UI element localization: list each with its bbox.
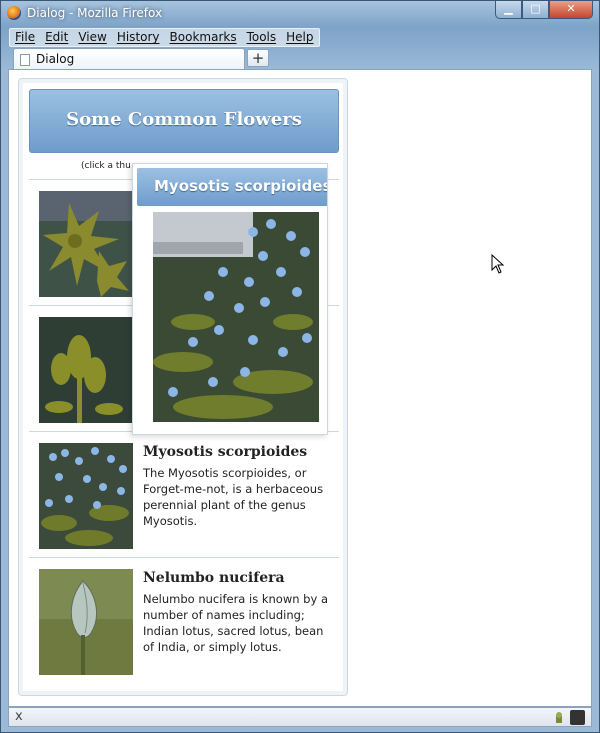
- title-bar[interactable]: Dialog - Mozilla Firefox ▁ □ ✕: [1, 1, 599, 27]
- flower-name: Myosotis scorpioides: [143, 444, 308, 460]
- list-item[interactable]: Myosotis scorpioides The Myosotis scorpi…: [29, 431, 339, 557]
- window-controls: ▁ □ ✕: [495, 1, 593, 19]
- flower-name: Nelumbo nucifera: [143, 570, 285, 586]
- menu-bookmarks[interactable]: Bookmarks: [165, 29, 242, 46]
- popup-title: Myosotis scorpioides: [154, 177, 328, 195]
- tab-dialog[interactable]: Dialog: [13, 48, 245, 70]
- flower-description: The Myosotis scorpioides, or Forget-me-n…: [143, 466, 324, 528]
- flower-thumbnail[interactable]: [39, 443, 133, 549]
- menu-history[interactable]: History: [112, 29, 165, 46]
- tab-label: Dialog: [36, 52, 75, 66]
- list-item[interactable]: Nelumbo nucifera Nelumbo nucifera is kno…: [29, 557, 339, 683]
- close-button[interactable]: ✕: [549, 1, 593, 19]
- dialog-title: Some Common Flowers: [66, 109, 302, 130]
- flower-thumbnail[interactable]: [39, 191, 133, 297]
- flower-description: Nelumbo nucifera is known by a number of…: [143, 592, 328, 654]
- menu-help[interactable]: Help: [281, 29, 318, 46]
- page-icon: [20, 54, 30, 66]
- flowers-dialog: Some Common Flowers (click a thu Myosoti…: [18, 78, 348, 696]
- flower-preview-popup[interactable]: Myosotis scorpioides: [132, 163, 328, 435]
- addon-icon[interactable]: [553, 711, 565, 724]
- edit-icon[interactable]: [570, 710, 585, 725]
- popup-header: Myosotis scorpioides: [137, 168, 328, 206]
- menu-bar: File Edit View History Bookmarks Tools H…: [9, 28, 320, 47]
- menu-tools[interactable]: Tools: [242, 29, 282, 46]
- dialog-header: Some Common Flowers: [29, 89, 339, 153]
- firefox-icon: [7, 6, 21, 20]
- page-content: Some Common Flowers (click a thu Myosoti…: [8, 69, 592, 707]
- minimize-button[interactable]: ▁: [495, 1, 522, 19]
- browser-window: Dialog - Mozilla Firefox ▁ □ ✕ File Edit…: [0, 0, 600, 733]
- popup-flower-image: [153, 212, 319, 422]
- new-tab-button[interactable]: +: [247, 49, 269, 67]
- menu-view[interactable]: View: [73, 29, 111, 46]
- flower-thumbnail[interactable]: [39, 317, 133, 423]
- menu-file[interactable]: File: [10, 29, 40, 46]
- maximize-button[interactable]: □: [522, 1, 549, 19]
- status-bar: x: [8, 707, 592, 727]
- hint-text: (click a thu: [81, 161, 131, 171]
- flower-thumbnail[interactable]: [39, 569, 133, 675]
- tab-strip: Dialog +: [9, 47, 593, 70]
- window-title: Dialog - Mozilla Firefox: [27, 6, 163, 20]
- mouse-cursor-icon: [491, 254, 505, 274]
- status-close-icon[interactable]: x: [15, 709, 23, 724]
- menu-edit[interactable]: Edit: [40, 29, 73, 46]
